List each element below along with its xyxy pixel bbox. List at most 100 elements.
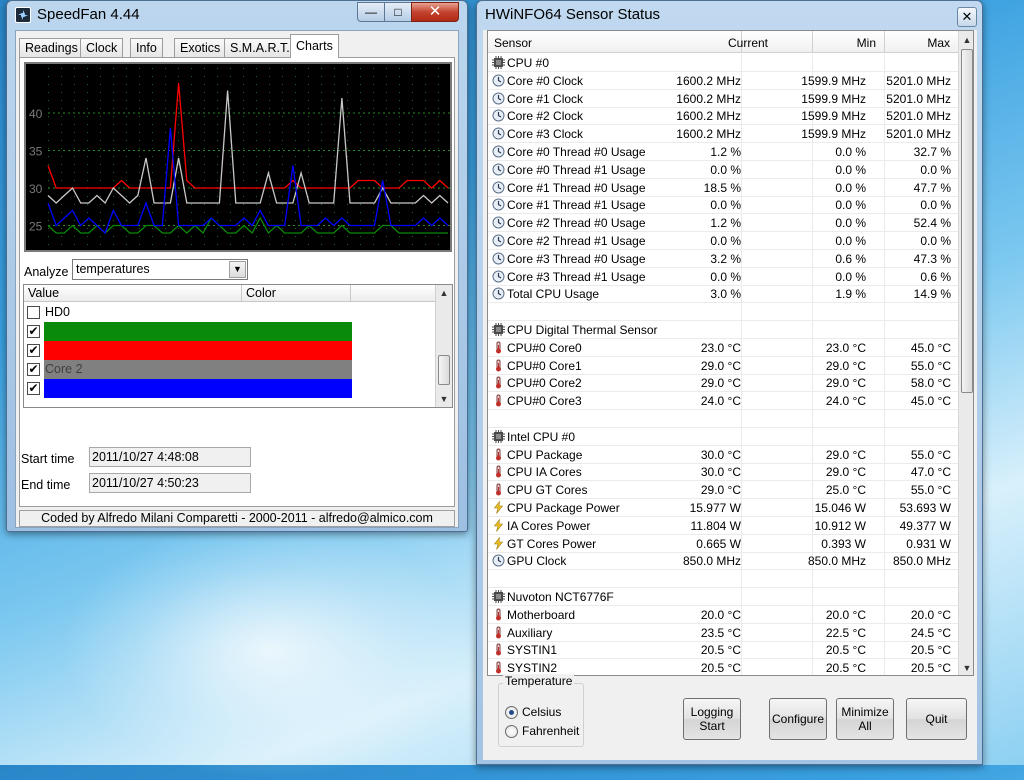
sensor-group-row[interactable]: Intel CPU #0 — [488, 427, 958, 446]
grid-dot — [308, 236, 309, 237]
sensor-row[interactable]: SYSTIN1 20.5 °C 20.5 °C 20.5 °C — [488, 641, 958, 660]
series-list-scrollbar[interactable]: ▲ ▼ — [435, 285, 452, 407]
sensor-row[interactable]: Core #3 Clock 1600.2 MHz 1599.9 MHz 5201.0 … — [488, 125, 958, 144]
celsius-label[interactable]: Celsius — [522, 705, 561, 719]
column-header-value[interactable]: Value — [28, 286, 59, 300]
series-color-swatch[interactable] — [44, 360, 352, 379]
quit-button[interactable]: Quit — [906, 698, 967, 740]
column-gridline — [884, 481, 885, 500]
sensor-row[interactable]: GT Cores Power 0.665 W 0.393 W 0.931 W — [488, 534, 958, 553]
sensor-row[interactable]: CPU IA Cores 30.0 °C 29.0 °C 47.0 °C — [488, 463, 958, 482]
sensor-group-row[interactable]: CPU #0 — [488, 54, 958, 72]
scroll-down-icon[interactable]: ▼ — [436, 391, 452, 407]
analyze-select[interactable]: temperatures ▼ — [72, 259, 248, 280]
sensor-row[interactable]: Core #3 Thread #0 Usage 3.2 % 0.6 % 47.3 % — [488, 249, 958, 268]
sensor-row[interactable]: CPU#0 Core3 24.0 °C 24.0 °C 45.0 °C — [488, 392, 958, 411]
column-divider[interactable] — [350, 285, 351, 302]
series-checkbox[interactable]: ✔ — [27, 325, 40, 338]
sensor-row[interactable]: CPU Package 30.0 °C 29.0 °C 55.0 °C — [488, 445, 958, 464]
column-header-sensor[interactable]: Sensor — [494, 36, 532, 50]
speedfan-titlebar[interactable]: SpeedFan 4.44 — □ ✕ — [7, 1, 467, 29]
minimize-all-button[interactable]: Minimize All — [836, 698, 894, 740]
series-color-swatch[interactable] — [44, 341, 352, 360]
grid-dot — [191, 140, 192, 141]
tab-smart[interactable]: S.M.A.R.T. — [224, 38, 296, 58]
column-header-max[interactable]: Max — [927, 36, 950, 50]
celsius-radio[interactable] — [505, 706, 518, 719]
list-item[interactable]: ✔ Core 2 — [24, 360, 436, 379]
series-checkbox[interactable] — [27, 306, 40, 319]
list-item[interactable]: HD0 — [24, 303, 436, 322]
column-gridline — [812, 463, 813, 482]
grid-dot — [87, 76, 88, 77]
fahrenheit-label[interactable]: Fahrenheit — [522, 724, 579, 738]
scroll-down-icon[interactable]: ▼ — [959, 660, 973, 675]
grid-dot — [87, 100, 88, 101]
end-time-field[interactable]: 2011/10/27 4:50:23 — [89, 473, 251, 493]
sensor-row[interactable]: Core #0 Clock 1600.2 MHz 1599.9 MHz 5201.0 … — [488, 71, 958, 90]
close-button[interactable]: ✕ — [957, 7, 977, 27]
configure-button[interactable]: Configure — [769, 698, 827, 740]
list-item[interactable]: ✔ Core 3 — [24, 379, 436, 398]
maximize-button[interactable]: □ — [384, 2, 412, 22]
chip-icon — [492, 323, 505, 336]
sensor-row[interactable]: Motherboard 20.0 °C 20.0 °C 20.0 °C — [488, 605, 958, 624]
sensor-table-scrollbar[interactable]: ▲ ▼ — [958, 31, 973, 675]
sensor-row[interactable]: Core #1 Clock 1600.2 MHz 1599.9 MHz 5201.0 … — [488, 89, 958, 108]
sensor-row[interactable]: CPU#0 Core0 23.0 °C 23.0 °C 45.0 °C — [488, 338, 958, 357]
chevron-down-icon[interactable]: ▼ — [229, 261, 246, 278]
sensor-group-row[interactable]: Nuvoton NCT6776F — [488, 588, 958, 606]
minimize-button[interactable]: — — [357, 2, 385, 22]
series-checkbox[interactable]: ✔ — [27, 363, 40, 376]
scrollbar-thumb[interactable] — [438, 355, 450, 385]
grid-dot — [113, 164, 114, 165]
sensor-row[interactable]: CPU#0 Core2 29.0 °C 29.0 °C 58.0 °C — [488, 374, 958, 393]
sensor-row[interactable]: Core #1 Thread #1 Usage 0.0 % 0.0 % 0.0 % — [488, 196, 958, 215]
sensor-row[interactable]: Core #2 Thread #0 Usage 1.2 % 0.0 % 52.4 % — [488, 214, 958, 233]
grid-dot — [139, 228, 140, 229]
grid-dot — [191, 236, 192, 237]
scroll-up-icon[interactable]: ▲ — [959, 32, 973, 48]
sensor-max-value: 5201.0 MHz — [886, 109, 951, 124]
scroll-up-icon[interactable]: ▲ — [436, 285, 452, 301]
column-header-color[interactable]: Color — [246, 286, 276, 300]
sensor-row[interactable]: GPU Clock 850.0 MHz 850.0 MHz 850.0 MHz — [488, 552, 958, 571]
tab-readings[interactable]: Readings — [19, 38, 84, 58]
series-checkbox[interactable]: ✔ — [27, 382, 40, 395]
sensor-row[interactable]: CPU GT Cores 29.0 °C 25.0 °C 55.0 °C — [488, 481, 958, 500]
sensor-row[interactable]: Core #0 Thread #1 Usage 0.0 % 0.0 % 0.0 % — [488, 160, 958, 179]
start-time-field[interactable]: 2011/10/27 4:48:08 — [89, 447, 251, 467]
sensor-row[interactable]: Core #0 Thread #0 Usage 1.2 % 0.0 % 32.7 % — [488, 143, 958, 161]
tab-info[interactable]: Info — [130, 38, 163, 58]
list-item[interactable]: ✔ Core 1 — [24, 341, 436, 360]
sensor-row[interactable]: Auxiliary 23.5 °C 22.5 °C 24.5 °C — [488, 623, 958, 642]
sensor-row[interactable]: Core #2 Clock 1600.2 MHz 1599.9 MHz 5201.0 … — [488, 107, 958, 126]
column-divider[interactable] — [884, 31, 885, 53]
scrollbar-thumb[interactable] — [961, 49, 973, 393]
sensor-row[interactable]: Total CPU Usage 3.0 % 1.9 % 14.9 % — [488, 285, 958, 304]
tab-charts[interactable]: Charts — [290, 34, 339, 58]
sensor-row[interactable]: Core #1 Thread #0 Usage 18.5 % 0.0 % 47.7 % — [488, 178, 958, 197]
sensor-row[interactable]: IA Cores Power 11.804 W 10.912 W 49.377 W — [488, 516, 958, 535]
column-header-min[interactable]: Min — [857, 36, 876, 50]
series-color-swatch[interactable] — [44, 322, 352, 341]
column-gridline — [884, 641, 885, 660]
sensor-row[interactable]: CPU#0 Core1 29.0 °C 29.0 °C 55.0 °C — [488, 356, 958, 375]
series-color-swatch[interactable] — [44, 379, 352, 398]
tab-exotics[interactable]: Exotics — [174, 38, 227, 58]
close-button[interactable]: ✕ — [411, 2, 459, 22]
column-divider[interactable] — [241, 285, 242, 302]
sensor-row[interactable]: Core #3 Thread #1 Usage 0.0 % 0.0 % 0.6 % — [488, 267, 958, 286]
sensor-group-row[interactable]: CPU Digital Thermal Sensor — [488, 321, 958, 339]
column-divider[interactable] — [812, 31, 813, 53]
tab-clock[interactable]: Clock — [80, 38, 124, 58]
logging-start-button[interactable]: Logging Start — [683, 698, 741, 740]
list-item[interactable]: ✔ Core 0 — [24, 322, 436, 341]
sensor-row[interactable]: CPU Package Power 15.977 W 15.046 W 53.693 … — [488, 499, 958, 517]
sensor-row[interactable]: Core #2 Thread #1 Usage 0.0 % 0.0 % 0.0 % — [488, 232, 958, 250]
fahrenheit-radio[interactable] — [505, 725, 518, 738]
grid-dot — [386, 100, 387, 101]
grid-dot — [100, 180, 101, 181]
series-checkbox[interactable]: ✔ — [27, 344, 40, 357]
column-header-current[interactable]: Current — [728, 36, 768, 50]
